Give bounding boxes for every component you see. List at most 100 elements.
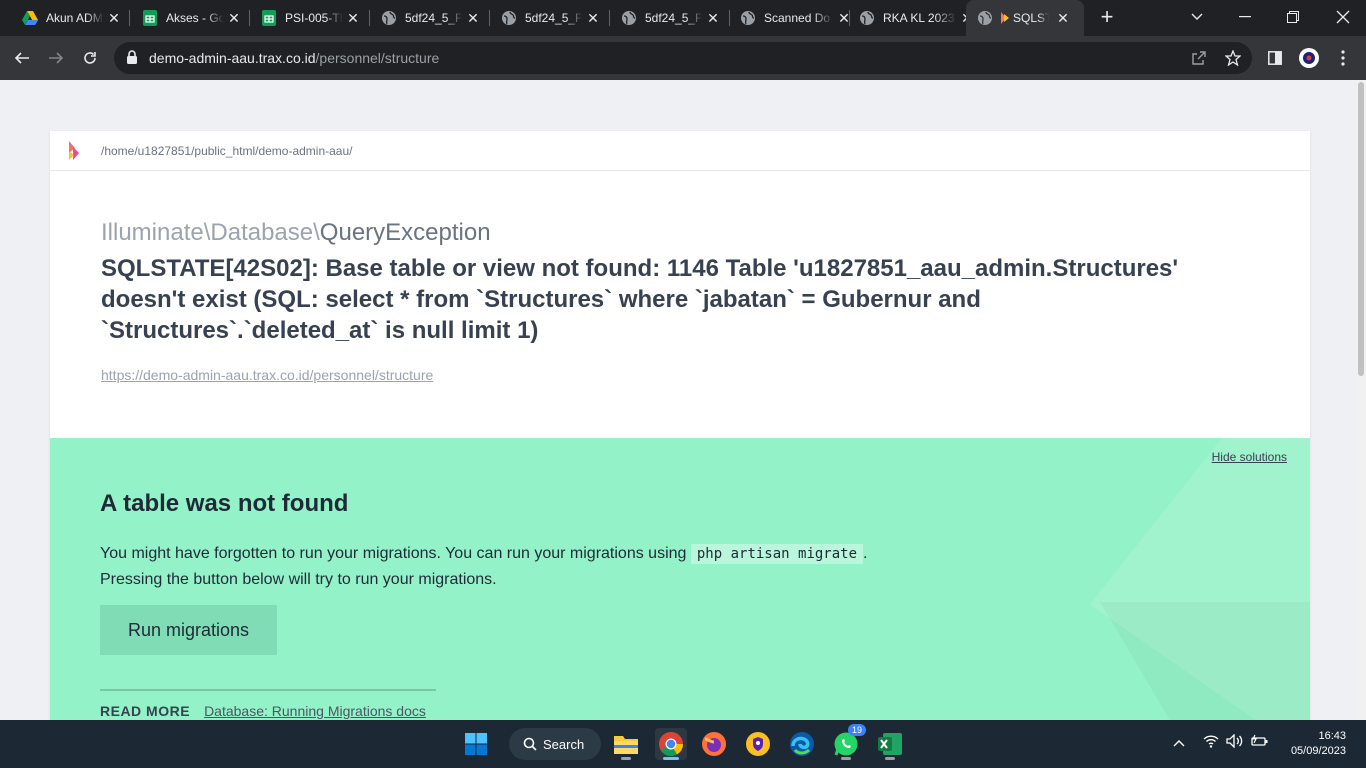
tab-separator xyxy=(369,10,370,26)
firefox-icon xyxy=(702,732,726,756)
lock-icon[interactable] xyxy=(126,50,138,69)
exception-class-name: QueryException xyxy=(319,219,491,246)
google-drive-icon xyxy=(22,10,38,26)
minimize-button[interactable] xyxy=(1222,0,1268,34)
globe-icon xyxy=(381,10,397,26)
solution-description: You might have forgotten to run your mig… xyxy=(100,541,867,592)
tab-title: PSI-005-TI xyxy=(285,11,343,25)
kebab-menu-icon xyxy=(1341,50,1345,66)
search-icon xyxy=(523,737,537,751)
tab-akun-admin[interactable]: Akun ADMIN ✕ xyxy=(22,4,122,32)
solution-title: A table was not found xyxy=(100,490,349,517)
show-hidden-icons-button[interactable] xyxy=(1173,736,1185,750)
start-button[interactable] xyxy=(460,728,492,760)
page-viewport: /home/u1827851/public_html/demo-admin-aa… xyxy=(0,80,1366,720)
close-tab-icon[interactable]: ✕ xyxy=(345,10,361,26)
bookmark-star-icon[interactable] xyxy=(1223,48,1243,68)
close-tab-icon[interactable]: ✕ xyxy=(465,10,481,26)
solution-text: Pressing the button below will try to ru… xyxy=(100,571,497,588)
tab-psi[interactable]: PSI-005-TI ✕ xyxy=(261,4,361,32)
tab-separator xyxy=(609,10,610,26)
tab-title: 5df24_5_FO xyxy=(525,11,583,25)
tab-separator xyxy=(249,10,250,26)
tab-title: Akun ADMIN xyxy=(46,11,104,25)
back-button[interactable] xyxy=(10,46,34,70)
close-tab-icon[interactable]: ✕ xyxy=(226,10,242,26)
minimize-icon xyxy=(1239,16,1251,18)
close-tab-icon[interactable]: ✕ xyxy=(1055,10,1071,26)
side-panel-button[interactable] xyxy=(1263,46,1287,70)
forward-button[interactable] xyxy=(44,46,68,70)
tab-title: 5df24_5_FO xyxy=(405,11,463,25)
taskbar-whatsapp[interactable]: 19 xyxy=(830,724,866,760)
excel-icon xyxy=(878,733,902,755)
running-indicator xyxy=(621,757,631,760)
profile-avatar[interactable] xyxy=(1297,46,1321,70)
arrow-left-icon xyxy=(14,52,29,64)
exception-message: SQLSTATE[42S02]: Base table or view not … xyxy=(101,255,1179,344)
close-icon xyxy=(1336,10,1350,24)
new-tab-button[interactable]: + xyxy=(1097,6,1117,28)
taskbar-brave[interactable] xyxy=(742,728,774,760)
clock-date: 05/09/2023 xyxy=(1290,745,1346,757)
hide-solutions-link[interactable]: Hide solutions xyxy=(1212,450,1287,464)
tab-separator xyxy=(129,10,130,26)
battery-icon[interactable] xyxy=(1251,734,1269,751)
reload-icon xyxy=(84,52,96,64)
scrollbar-thumb[interactable] xyxy=(1358,82,1364,376)
share-icon[interactable] xyxy=(1189,48,1209,68)
taskbar-excel[interactable] xyxy=(874,728,906,760)
exception-namespace: Illuminate\Database\ xyxy=(101,219,320,246)
tab-5df24-b[interactable]: 5df24_5_FO ✕ xyxy=(501,4,601,32)
browser-menu-button[interactable] xyxy=(1331,46,1355,70)
error-card-header: /home/u1827851/public_html/demo-admin-aa… xyxy=(50,131,1310,171)
read-more-label: READ MORE xyxy=(100,703,191,719)
globe-icon xyxy=(859,10,875,26)
taskbar-file-explorer[interactable] xyxy=(610,728,642,760)
request-url-link[interactable]: https://demo-admin-aau.trax.co.id/person… xyxy=(101,367,433,383)
read-more-section: READ MORE Database: Running Migrations do… xyxy=(100,689,436,719)
wifi-icon[interactable] xyxy=(1203,734,1219,751)
restore-button[interactable] xyxy=(1270,0,1316,34)
solution-text: . xyxy=(863,545,868,562)
url-text: demo-admin-aau.trax.co.id/personnel/stru… xyxy=(149,50,439,66)
volume-icon[interactable] xyxy=(1226,733,1244,751)
tab-search-button[interactable] xyxy=(1174,0,1220,34)
address-bar[interactable]: demo-admin-aau.trax.co.id/personnel/stru… xyxy=(114,42,1252,74)
solution-text: You might have forgotten to run your mig… xyxy=(100,545,691,562)
url-host: demo-admin-aau.trax.co.id xyxy=(149,50,316,66)
chevron-down-icon xyxy=(1191,13,1203,20)
taskbar-chrome[interactable] xyxy=(655,728,687,760)
system-clock[interactable]: 16:43 05/09/2023 xyxy=(1291,729,1346,759)
close-window-button[interactable] xyxy=(1320,0,1366,34)
running-indicator xyxy=(663,757,679,760)
taskbar-edge[interactable] xyxy=(786,728,818,760)
tab-title: 5df24_5_FO xyxy=(645,11,703,25)
tab-5df24-a[interactable]: 5df24_5_FO ✕ xyxy=(381,4,481,32)
run-migrations-button[interactable]: Run migrations xyxy=(100,605,277,655)
tab-title: Akses - Google Sheets xyxy=(166,11,224,25)
restore-icon xyxy=(1287,11,1299,23)
tab-sqlstate[interactable]: SQLSTATE ✕ xyxy=(966,0,1084,36)
tab-akses[interactable]: Akses - Google Sheets ✕ xyxy=(142,4,242,32)
side-panel-icon xyxy=(1268,51,1282,65)
close-tab-icon[interactable]: ✕ xyxy=(585,10,601,26)
tab-rka[interactable]: RKA KL 2023 ✕ xyxy=(859,4,975,32)
globe-icon xyxy=(621,10,637,26)
google-sheets-icon xyxy=(261,10,277,26)
edge-icon xyxy=(790,732,814,756)
taskbar-search[interactable]: Search xyxy=(509,728,601,760)
page-scrollbar[interactable] xyxy=(1356,80,1366,720)
close-tab-icon[interactable]: ✕ xyxy=(106,10,122,26)
tab-scanned[interactable]: Scanned Do ✕ xyxy=(740,4,852,32)
reload-button[interactable] xyxy=(78,46,102,70)
browser-toolbar: demo-admin-aau.trax.co.id/personnel/stru… xyxy=(0,36,1366,80)
close-tab-icon[interactable]: ✕ xyxy=(705,10,721,26)
decorative-shape xyxy=(1100,602,1310,720)
tab-strip: Akun ADMIN ✕ Akses - Google Sheets ✕ PSI… xyxy=(0,0,1366,36)
migrations-docs-link[interactable]: Database: Running Migrations docs xyxy=(204,703,426,719)
shield-icon xyxy=(746,732,770,756)
solution-command: php artisan migrate xyxy=(690,544,864,564)
taskbar-firefox[interactable] xyxy=(698,728,730,760)
tab-5df24-c[interactable]: 5df24_5_FO ✕ xyxy=(621,4,721,32)
